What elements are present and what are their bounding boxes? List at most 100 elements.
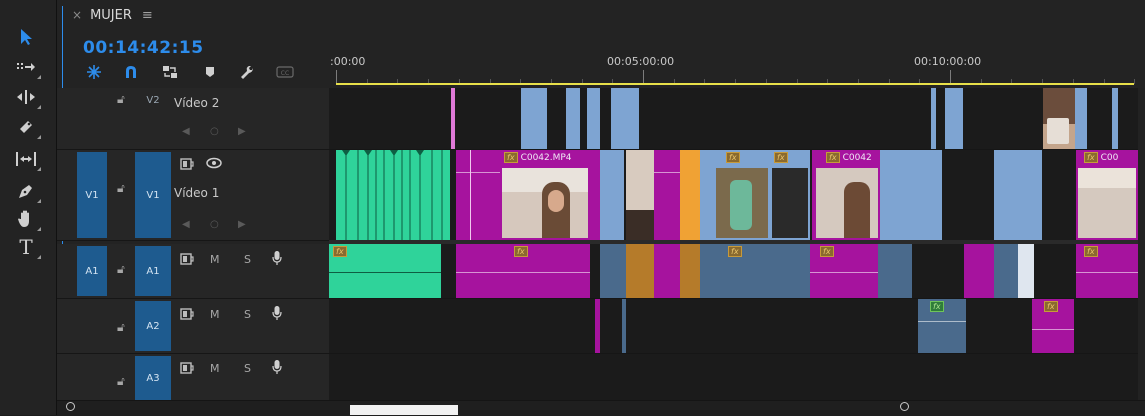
video-clip[interactable] [590, 150, 600, 240]
mute-button[interactable]: M [210, 253, 220, 266]
video-clip[interactable] [456, 150, 500, 240]
audio-clip[interactable] [595, 299, 600, 353]
solo-button[interactable]: S [244, 253, 251, 266]
zoom-handle-left[interactable] [66, 402, 75, 411]
razor-icon[interactable] [13, 114, 41, 140]
zoom-handle-right[interactable] [900, 402, 909, 411]
voiceover-mic-icon[interactable] [272, 305, 282, 324]
track-target-v2[interactable]: V2 [135, 92, 171, 108]
track-lane-a2[interactable] [329, 299, 1145, 354]
audio-clip[interactable]: fx [810, 244, 878, 298]
hand-icon[interactable] [13, 206, 41, 232]
voiceover-mic-icon[interactable] [272, 359, 282, 378]
track-target-a1[interactable]: A1 [135, 246, 171, 296]
audio-clip[interactable] [878, 244, 912, 298]
video-clip[interactable]: fx C0042.MP4 [500, 150, 590, 240]
video-clip[interactable] [700, 150, 714, 240]
video-clip[interactable] [611, 88, 639, 149]
video-clip[interactable]: fx C00 [1076, 150, 1138, 240]
sync-lock-icon[interactable] [180, 362, 194, 377]
track-lane-a3[interactable] [329, 354, 1145, 401]
timeline-zoom-scrollbar[interactable] [57, 400, 1145, 416]
track-target-a2[interactable]: A2 [135, 301, 171, 351]
video-clip[interactable] [880, 150, 918, 240]
track-select-forward-icon[interactable] [13, 54, 41, 80]
video-clip[interactable] [1075, 88, 1087, 149]
audio-clip[interactable]: fx [700, 244, 810, 298]
voiceover-mic-icon[interactable] [272, 250, 282, 269]
lock-icon[interactable]: 🔓︎ [117, 262, 125, 277]
lock-icon[interactable]: 🔓︎ [117, 320, 125, 335]
audio-clip[interactable]: fx [329, 244, 441, 298]
track-target-v1[interactable]: V1 [135, 152, 171, 238]
close-tab-icon[interactable]: × [72, 8, 82, 22]
source-patch-a1[interactable]: A1 [77, 246, 107, 296]
video-clip[interactable]: fx C0042 [812, 150, 880, 240]
video-clip[interactable] [587, 88, 600, 149]
video-clip-thumbnail[interactable] [1043, 88, 1075, 149]
lock-icon[interactable]: 🔓︎ [117, 181, 125, 196]
snap-magnet-icon[interactable] [121, 62, 141, 82]
source-patch-v1[interactable]: V1 [77, 152, 107, 238]
lock-icon[interactable]: 🔓︎ [117, 92, 125, 107]
audio-clip[interactable] [680, 244, 700, 298]
audio-clip[interactable] [622, 299, 626, 353]
selection-tool-icon[interactable] [13, 24, 39, 50]
ruler-tick [950, 70, 951, 84]
audio-clip[interactable] [626, 244, 654, 298]
ripple-edit-icon[interactable] [13, 84, 41, 110]
video-clip[interactable] [451, 88, 455, 149]
lock-icon[interactable]: 🔓︎ [117, 374, 125, 389]
playhead-timecode[interactable]: 00:14:42:15 [83, 38, 204, 58]
video-clip-thumbnail[interactable] [626, 150, 654, 240]
video-clip[interactable] [654, 150, 680, 240]
audio-clip[interactable]: fx [1032, 299, 1074, 353]
video-clip[interactable]: fx [714, 150, 770, 240]
audio-clip-selected[interactable] [1018, 244, 1034, 298]
audio-clip[interactable] [994, 244, 1018, 298]
audio-clip[interactable]: fx [500, 244, 590, 298]
audio-clip[interactable]: fx [918, 299, 966, 353]
video-clip[interactable]: fx [770, 150, 810, 240]
add-marker-icon[interactable] [200, 62, 220, 82]
audio-clip[interactable] [456, 244, 500, 298]
mute-button[interactable]: M [210, 362, 220, 375]
video-clip[interactable] [994, 150, 1042, 240]
video-clip[interactable] [680, 150, 700, 240]
audio-clip[interactable]: fx [1076, 244, 1138, 298]
scrollbar-thumb[interactable] [350, 405, 458, 415]
timeline-settings-wrench-icon[interactable] [236, 62, 256, 82]
toggle-output-eye-icon[interactable] [206, 157, 222, 172]
video-clip[interactable] [566, 88, 580, 149]
fx-badge: fx [514, 246, 528, 257]
captions-icon[interactable]: CC [274, 62, 296, 82]
panel-menu-icon[interactable]: ≡ [142, 8, 153, 23]
sync-lock-icon[interactable] [180, 158, 194, 173]
video-clip[interactable] [945, 88, 963, 149]
solo-button[interactable]: S [244, 308, 251, 321]
video-clip[interactable] [931, 88, 936, 149]
pen-icon[interactable] [13, 178, 41, 204]
vertical-scrollbar[interactable] [1138, 88, 1145, 400]
time-ruler[interactable]: :00:00 00:05:00:00 00:10:00:00 [328, 48, 1145, 88]
linked-selection-icon[interactable] [160, 62, 180, 82]
audio-clip[interactable] [600, 244, 626, 298]
sequence-tab[interactable]: × MUJER ≡ [72, 8, 153, 23]
audio-clip[interactable] [964, 244, 994, 298]
video-clip[interactable] [1112, 88, 1118, 149]
video-clip[interactable] [521, 88, 547, 149]
slip-icon[interactable] [13, 146, 41, 172]
mute-button[interactable]: M [210, 308, 220, 321]
audio-clip[interactable] [654, 244, 680, 298]
nest-sequence-icon[interactable] [84, 62, 104, 82]
clip-name: C0042 [842, 152, 872, 163]
work-area-bar[interactable] [336, 83, 1134, 85]
sync-lock-icon[interactable] [180, 253, 194, 268]
track-target-a3[interactable]: A3 [135, 356, 171, 400]
video-clip[interactable] [600, 150, 624, 240]
sync-lock-icon[interactable] [180, 308, 194, 323]
video-clip[interactable] [336, 150, 450, 240]
video-clip[interactable] [918, 150, 942, 240]
type-icon[interactable]: T [13, 234, 41, 260]
solo-button[interactable]: S [244, 362, 251, 375]
